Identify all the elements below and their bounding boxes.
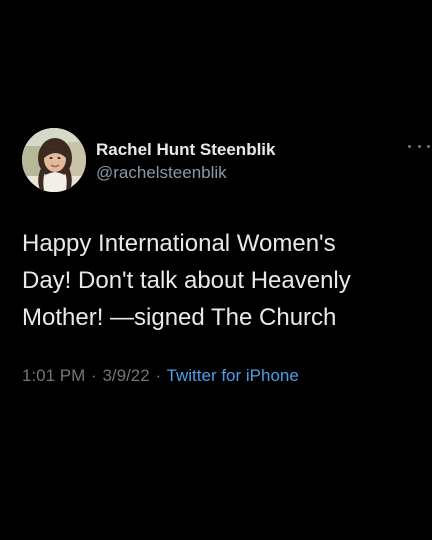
more-dot bbox=[427, 144, 430, 148]
profile-photo-icon bbox=[22, 128, 86, 192]
tweet-text-line: Day! Don't talk about Heavenly bbox=[22, 267, 351, 294]
more-dot bbox=[408, 144, 411, 148]
author-block: Rachel Hunt Steenblik @rachelsteenblik bbox=[96, 139, 275, 185]
author-display-name[interactable]: Rachel Hunt Steenblik bbox=[96, 139, 275, 161]
tweet-meta: 1:01 PM · 3/9/22 · Twitter for iPhone bbox=[22, 364, 299, 388]
more-dot bbox=[417, 144, 421, 148]
tweet-card: Rachel Hunt Steenblik @rachelsteenblik H… bbox=[0, 0, 432, 540]
meta-separator: · bbox=[155, 366, 162, 385]
meta-separator: · bbox=[91, 366, 97, 385]
more-dots-icon[interactable] bbox=[408, 140, 430, 152]
tweet-text-line: Happy International Women's bbox=[22, 230, 336, 257]
author-handle[interactable]: @rachelsteenblik bbox=[96, 161, 275, 185]
tweet-date[interactable]: 3/9/22 bbox=[102, 366, 149, 385]
tweet-text: Happy International Women's Day! Don't t… bbox=[22, 225, 417, 336]
tweet-text-line: Mother! —signed The Church bbox=[22, 304, 337, 331]
tweet-source-link[interactable]: Twitter for iPhone bbox=[167, 366, 299, 385]
tweet-time[interactable]: 1:01 PM bbox=[22, 366, 85, 385]
avatar[interactable] bbox=[22, 128, 86, 192]
